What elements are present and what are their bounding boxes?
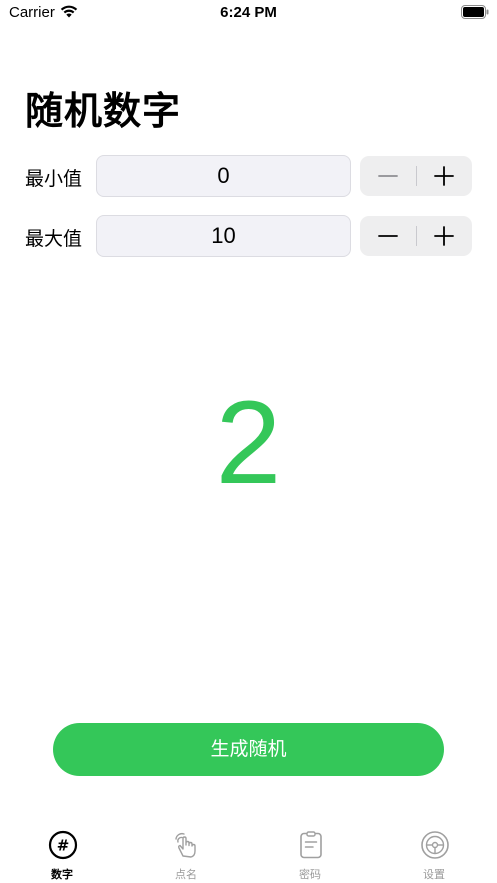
hand-tap-icon: [175, 832, 196, 858]
max-increment-button[interactable]: [416, 216, 472, 256]
min-value-field[interactable]: 0: [96, 155, 351, 197]
min-decrement-button[interactable]: [360, 156, 416, 196]
max-value-field[interactable]: 10: [96, 215, 351, 257]
hash-icon: #: [48, 830, 78, 860]
tab-label: 密码: [299, 868, 321, 881]
tab-password[interactable]: 密码: [248, 820, 372, 883]
random-result: 2: [215, 377, 282, 509]
min-value-stepper: [360, 156, 472, 196]
steering-wheel-icon: [421, 831, 449, 859]
min-increment-button[interactable]: [416, 156, 472, 196]
min-value-label: 最小值: [25, 168, 83, 190]
status-time: 6:24 PM: [220, 4, 277, 21]
minus-icon: [378, 175, 398, 177]
svg-text:#: #: [57, 837, 70, 855]
clipboard-icon: [300, 831, 322, 859]
tab-label: 数字: [51, 868, 73, 881]
tab-label: 设置: [423, 868, 445, 881]
status-bar: Carrier 6:24 PM: [0, 0, 497, 26]
battery-icon: [461, 5, 489, 19]
tab-bar: # 数字 点名 密码 设置: [0, 820, 497, 883]
max-value-label: 最大值: [25, 228, 83, 250]
tab-roll-call[interactable]: 点名: [124, 820, 248, 883]
tab-number[interactable]: # 数字: [0, 820, 124, 883]
generate-random-button[interactable]: 生成随机: [53, 723, 444, 776]
max-value-stepper: [360, 216, 472, 256]
max-value-row: 最大值 10: [0, 215, 497, 257]
minus-icon: [378, 235, 398, 237]
tab-label: 点名: [175, 868, 197, 881]
tab-settings[interactable]: 设置: [372, 820, 496, 883]
plus-icon: [434, 166, 454, 186]
min-value-row: 最小值 0: [0, 155, 497, 197]
max-decrement-button[interactable]: [360, 216, 416, 256]
plus-icon: [434, 226, 454, 246]
page-title: 随机数字: [25, 89, 182, 133]
